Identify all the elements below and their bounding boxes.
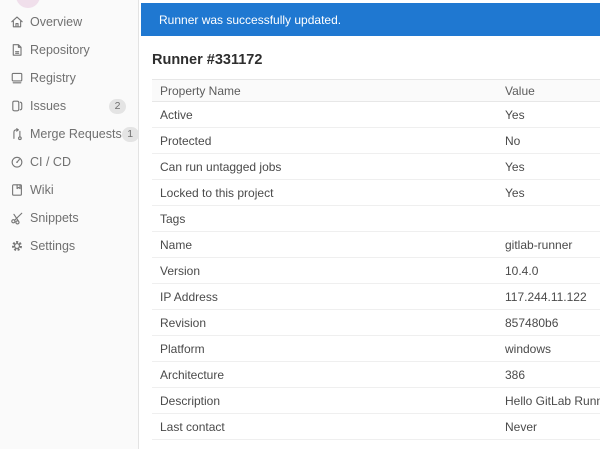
- property-value-cell: 386: [497, 361, 600, 388]
- table-row: IP Address 117.244.11.122: [152, 283, 600, 310]
- property-name-cell: Revision: [152, 309, 497, 336]
- sidebar-item-label: Merge Requests: [30, 127, 122, 141]
- sidebar-item-label: Issues: [30, 99, 67, 113]
- table-row: Can run untagged jobs Yes: [152, 153, 600, 180]
- container-registry-icon: [10, 71, 24, 85]
- property-name-cell: Architecture: [152, 361, 497, 388]
- property-name-cell: Last contact: [152, 413, 497, 440]
- scissors-icon: [10, 211, 24, 225]
- table-row: Name gitlab-runner: [152, 231, 600, 258]
- sidebar-item-label: Registry: [30, 71, 76, 85]
- sidebar-item-label: CI / CD: [30, 155, 71, 169]
- sidebar-item-overview[interactable]: Overview: [0, 8, 138, 36]
- home-icon: [10, 15, 24, 29]
- table-row: Architecture 386: [152, 361, 600, 388]
- runner-properties-table: Property Name Value Active Yes Protected No…: [152, 79, 600, 440]
- table-header-row: Property Name Value: [152, 79, 600, 102]
- sidebar-item-label: Overview: [30, 15, 83, 29]
- property-value-cell: Yes: [497, 179, 600, 206]
- property-value-cell: Yes: [497, 153, 600, 180]
- property-value-cell: windows: [497, 335, 600, 362]
- sidebar-item-merge-requests[interactable]: Merge Requests 1: [0, 120, 139, 148]
- property-value-cell: 10.4.0: [497, 257, 600, 284]
- table-row: Version 10.4.0: [152, 257, 600, 284]
- property-value-cell: Never: [497, 413, 600, 440]
- property-name-cell: IP Address: [152, 283, 497, 310]
- property-name-cell: Tags: [152, 205, 497, 232]
- page-title: Runner #331172: [152, 52, 263, 68]
- property-name-cell: Platform: [152, 335, 497, 362]
- column-header-property: Property Name: [152, 79, 497, 102]
- table-row: Protected No: [152, 127, 600, 154]
- runner-details-page: Runner #331172 Property Name Value Activ…: [140, 52, 600, 440]
- count-badge: 1: [121, 126, 139, 142]
- property-name-cell: Locked to this project: [152, 179, 497, 206]
- table-row: Platform windows: [152, 335, 600, 362]
- merge-request-icon: [10, 127, 24, 141]
- property-value-cell: 117.244.11.122: [497, 283, 600, 310]
- table-row: Last contact Never: [152, 413, 600, 440]
- issues-icon: [10, 99, 24, 113]
- sidebar-item-label: Snippets: [30, 211, 79, 225]
- property-name-cell: Can run untagged jobs: [152, 153, 497, 180]
- book-icon: [10, 183, 24, 197]
- property-name-cell: Description: [152, 387, 497, 414]
- property-value-cell: Hello GitLab Runner: [497, 387, 600, 414]
- sidebar-item-snippets[interactable]: Snippets: [0, 204, 138, 232]
- file-icon: [10, 43, 24, 57]
- count-badge: 2: [109, 98, 126, 114]
- table-row: DescriptionHello GitLab Runner: [152, 387, 600, 414]
- property-name-cell: Version: [152, 257, 497, 284]
- runner-table-body: Active Yes Protected No Can run untagged job…: [152, 101, 600, 440]
- table-row: Active Yes: [152, 101, 600, 128]
- sidebar-item-label: Repository: [30, 43, 90, 57]
- sidebar-item-issues[interactable]: Issues 2: [0, 92, 138, 120]
- sidebar-item-wiki[interactable]: Wiki: [0, 176, 138, 204]
- property-name-cell: Protected: [152, 127, 497, 154]
- sidebar-item-repository[interactable]: Repository: [0, 36, 138, 64]
- property-name-cell: Active: [152, 101, 497, 128]
- project-avatar[interactable]: [16, 0, 40, 8]
- property-value-cell: gitlab-runner: [497, 231, 600, 258]
- column-header-value: Value: [497, 79, 600, 102]
- property-name-cell: Name: [152, 231, 497, 258]
- sidebar-item-label: Wiki: [30, 183, 54, 197]
- project-sidebar: Overview Repository Registry Issues 2 Merge R…: [0, 0, 139, 449]
- property-value-cell: No: [497, 127, 600, 154]
- property-value-cell: [497, 205, 600, 232]
- sidebar-item-label: Settings: [30, 239, 76, 253]
- property-value-cell: 857480b6: [497, 309, 600, 336]
- flash-banner: Runner was successfully updated.: [141, 3, 600, 36]
- sidebar-item-ci-cd[interactable]: CI / CD: [0, 148, 138, 176]
- property-value-cell: Yes: [497, 101, 600, 128]
- flash-message: Runner was successfully updated.: [159, 12, 342, 27]
- table-row: Revision 857480b6: [152, 309, 600, 336]
- sidebar-item-registry[interactable]: Registry: [0, 64, 138, 92]
- pipeline-icon: [10, 155, 24, 169]
- gear-icon: [10, 239, 24, 253]
- sidebar-item-settings[interactable]: Settings: [0, 232, 138, 260]
- table-row: Locked to this project Yes: [152, 179, 600, 206]
- main-content: Runner was successfully updated. Runner …: [140, 0, 600, 449]
- sidebar-nav: Overview Repository Registry Issues 2 Merge R…: [0, 8, 139, 260]
- table-row: Tags: [152, 205, 600, 232]
